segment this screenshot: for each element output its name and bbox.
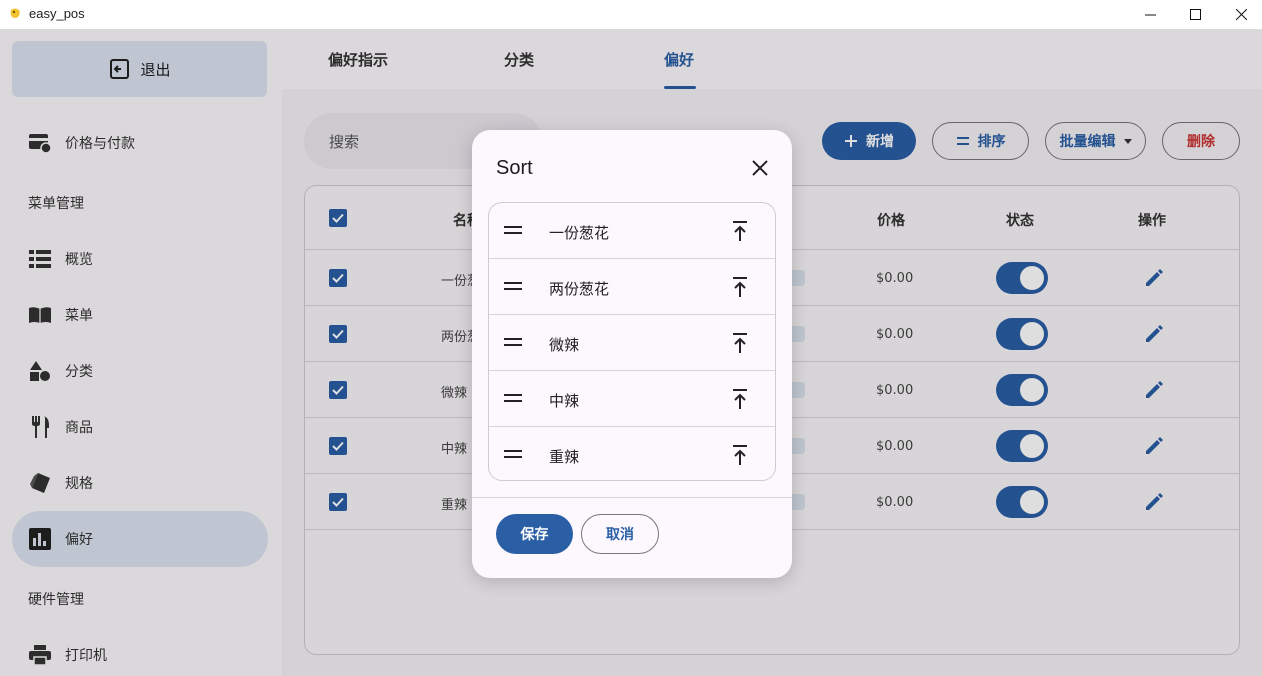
close-window-button[interactable] — [1218, 0, 1262, 29]
move-to-top-icon[interactable] — [729, 275, 751, 299]
sort-item-label: 两份葱花 — [549, 280, 610, 298]
drag-handle-icon[interactable] — [503, 279, 523, 293]
drag-handle-icon[interactable] — [503, 391, 523, 405]
maximize-icon — [1189, 9, 1201, 20]
sort-item[interactable]: 两份葱花 — [489, 259, 775, 315]
sort-dialog: Sort 一份葱花 两份葱花 微辣 中辣 重辣 保存 取消 — [472, 130, 792, 578]
dialog-title: Sort — [496, 157, 533, 179]
sort-item-label: 微辣 — [549, 336, 580, 354]
app-logo-icon — [10, 8, 20, 18]
cancel-button[interactable]: 取消 — [581, 514, 659, 554]
sort-item[interactable]: 一份葱花 — [489, 203, 775, 259]
move-to-top-icon[interactable] — [729, 331, 751, 355]
dialog-close-button[interactable] — [748, 156, 772, 180]
close-icon — [752, 160, 768, 176]
save-button[interactable]: 保存 — [496, 514, 573, 554]
close-icon — [1235, 9, 1247, 20]
drag-handle-icon[interactable] — [503, 223, 523, 237]
sort-item[interactable]: 中辣 — [489, 371, 775, 427]
drag-handle-icon[interactable] — [503, 335, 523, 349]
title-bar: easy_pos — [0, 0, 1262, 29]
maximize-button[interactable] — [1172, 0, 1218, 29]
minimize-button[interactable] — [1127, 0, 1173, 29]
sort-item-label: 一份葱花 — [549, 224, 610, 242]
sort-list: 一份葱花 两份葱花 微辣 中辣 重辣 — [488, 202, 776, 481]
drag-handle-icon[interactable] — [503, 447, 523, 461]
sort-item[interactable]: 微辣 — [489, 315, 775, 371]
sort-item-label: 中辣 — [549, 392, 580, 410]
move-to-top-icon[interactable] — [729, 219, 751, 243]
sort-item[interactable]: 重辣 — [489, 427, 775, 480]
sort-item-label: 重辣 — [549, 448, 580, 466]
minimize-icon — [1144, 14, 1156, 16]
move-to-top-icon[interactable] — [729, 443, 751, 467]
window-title: easy_pos — [29, 6, 85, 21]
dialog-divider — [472, 497, 792, 498]
move-to-top-icon[interactable] — [729, 387, 751, 411]
